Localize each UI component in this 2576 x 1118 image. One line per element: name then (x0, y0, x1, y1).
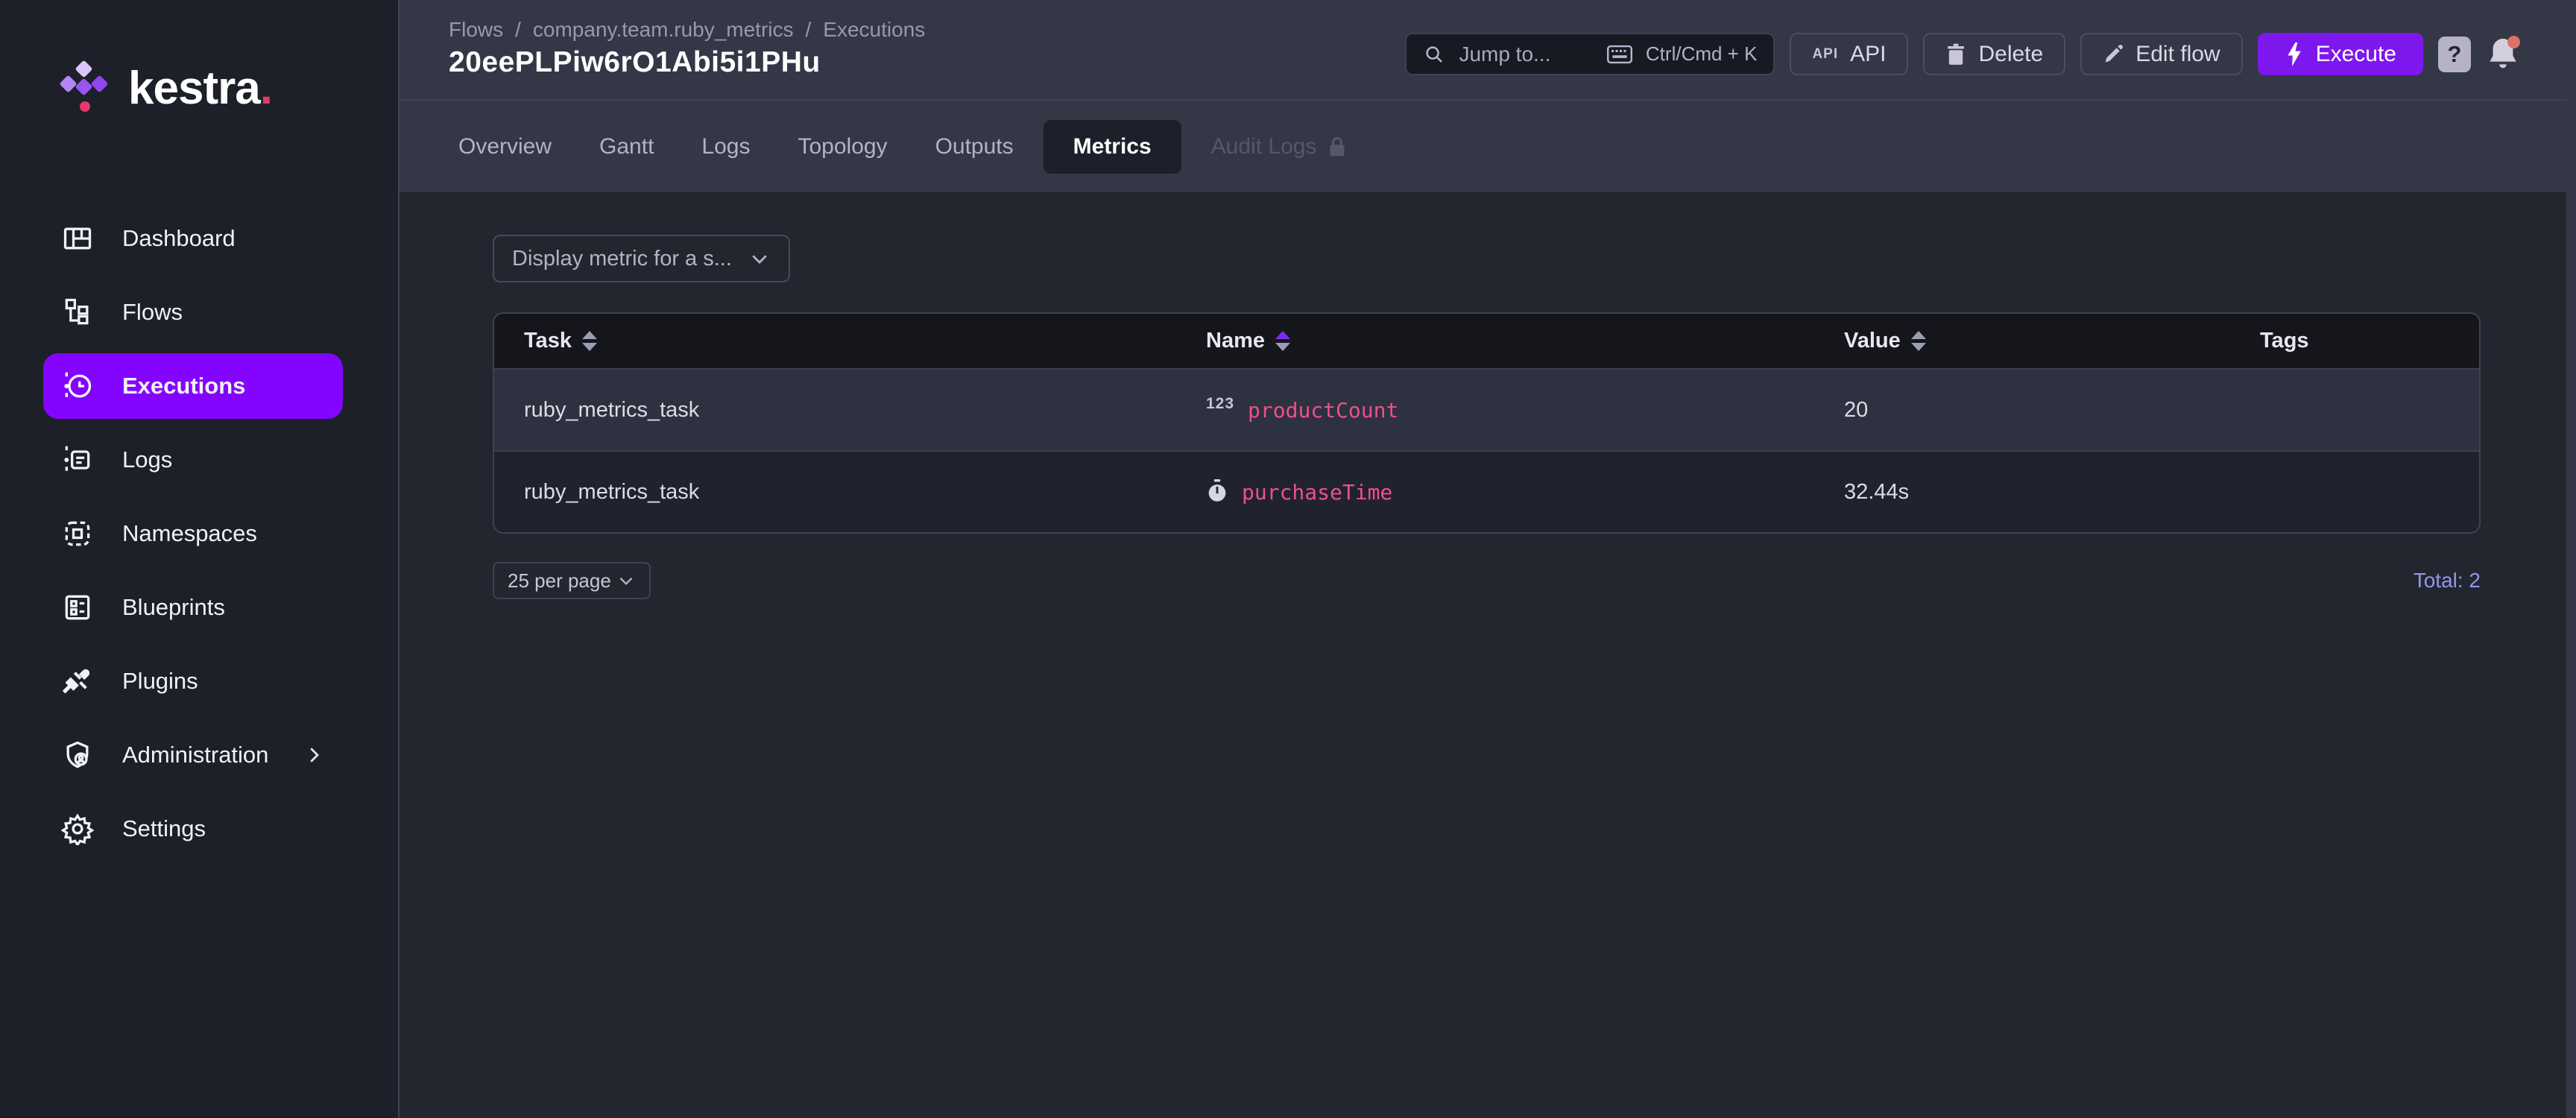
lightning-icon (2287, 42, 2301, 66)
table-footer: 25 per page Total: 2 (493, 562, 2481, 599)
breadcrumb-item-flows[interactable]: Flows (449, 18, 503, 42)
value-cell: 32.44s (1844, 479, 1910, 504)
executions-icon (64, 372, 92, 400)
dashboard-icon (63, 227, 92, 250)
jump-to-shortcut: Ctrl/Cmd + K (1645, 42, 1758, 65)
execute-button[interactable]: Execute (2257, 33, 2423, 75)
column-header-tags: Tags (2260, 329, 2309, 353)
tab-outputs[interactable]: Outputs (912, 120, 1038, 174)
jump-to-placeholder: Jump to... (1459, 42, 1551, 66)
breadcrumb: Flows / company.team.ruby_metrics / Exec… (449, 18, 925, 42)
metric-select[interactable]: Display metric for a s... (493, 235, 790, 282)
tab-gantt[interactable]: Gantt (575, 120, 678, 174)
edit-flow-button[interactable]: Edit flow (2080, 33, 2243, 75)
header: Flows / company.team.ruby_metrics / Exec… (400, 0, 2576, 99)
table-row[interactable]: ruby_metrics_task purchaseTime 32.44s (494, 450, 2479, 532)
page-title: 20eePLPiw6rO1Abi5i1PHu (449, 46, 821, 78)
api-button[interactable]: API API (1790, 33, 1909, 75)
name-cell: purchaseTime (1206, 479, 1844, 505)
per-page-select[interactable]: 25 per page (493, 562, 651, 599)
header-actions: Jump to... Ctrl/Cmd + K API API Delete E… (1405, 33, 2520, 75)
sidebar-item-settings[interactable]: Settings (43, 796, 343, 862)
pencil-icon (2105, 44, 2124, 62)
namespaces-icon (65, 521, 90, 546)
sidebar-item-flows[interactable]: Flows (43, 280, 343, 345)
value-cell: 20 (1844, 397, 1869, 422)
breadcrumb-separator: / (805, 18, 812, 41)
blueprints-icon (65, 595, 90, 620)
column-header-name[interactable]: Name (1206, 329, 1844, 353)
task-cell: ruby_metrics_task (524, 397, 700, 422)
metrics-panel: Display metric for a s... Task Name Valu… (400, 192, 2576, 1118)
administration-icon (66, 741, 89, 768)
kestra-logo-text: kestra. (128, 62, 273, 114)
sort-icon-asc (1275, 331, 1290, 351)
breadcrumb-separator: / (515, 18, 521, 41)
sidebar-nav: Dashboard Flows Executions Logs Namespac… (0, 206, 398, 870)
settings-icon (61, 813, 94, 845)
metrics-table: Task Name Value Tags ruby_metrics_task 1… (493, 312, 2481, 534)
timer-metric-icon (1208, 479, 1226, 502)
chevron-down-icon (619, 577, 633, 586)
sidebar-item-label: Administration (122, 742, 269, 768)
jump-to-search[interactable]: Jump to... Ctrl/Cmd + K (1405, 33, 1775, 75)
metric-name: productCount (1248, 397, 1399, 423)
name-cell: 123 productCount (1206, 395, 1844, 423)
search-icon (1426, 45, 1443, 63)
sidebar: kestra. Dashboard Flows Executions Logs … (0, 0, 400, 1118)
keyboard-icon (1606, 45, 1632, 63)
kestra-logo-icon (59, 60, 109, 115)
sidebar-item-dashboard[interactable]: Dashboard (43, 206, 343, 271)
question-mark-icon: ? (2447, 40, 2462, 67)
tab-audit-logs[interactable]: Audit Logs (1187, 120, 1372, 174)
total-count: Total: 2 (2413, 569, 2481, 592)
app-root: kestra. Dashboard Flows Executions Logs … (0, 0, 2576, 1118)
notifications-button[interactable] (2486, 35, 2520, 73)
sidebar-item-label: Blueprints (122, 594, 225, 620)
trash-icon (1948, 43, 1965, 65)
delete-button[interactable]: Delete (1923, 33, 2066, 75)
lock-icon (1330, 136, 1345, 156)
sidebar-item-administration[interactable]: Administration (43, 722, 343, 788)
tab-topology[interactable]: Topology (774, 120, 911, 174)
logs-icon (64, 446, 90, 474)
plugins-icon (62, 669, 90, 694)
column-header-task[interactable]: Task (524, 329, 1206, 353)
sidebar-item-namespaces[interactable]: Namespaces (43, 501, 343, 566)
tab-overview[interactable]: Overview (435, 120, 575, 174)
sort-icon (581, 331, 597, 351)
sidebar-item-label: Logs (122, 446, 173, 473)
sidebar-item-logs[interactable]: Logs (43, 427, 343, 493)
sidebar-item-label: Dashboard (122, 225, 236, 251)
sidebar-item-blueprints[interactable]: Blueprints (43, 575, 343, 640)
tab-bar: Overview Gantt Logs Topology Outputs Met… (400, 99, 2576, 192)
metric-select-placeholder: Display metric for a s... (512, 246, 732, 271)
breadcrumb-item-namespace[interactable]: company.team.ruby_metrics (533, 18, 794, 42)
flows-icon (65, 298, 89, 325)
sidebar-item-plugins[interactable]: Plugins (43, 648, 343, 714)
sidebar-item-label: Settings (122, 815, 206, 841)
sidebar-item-label: Namespaces (122, 520, 257, 546)
metric-name: purchaseTime (1242, 479, 1393, 505)
sidebar-item-label: Flows (122, 299, 183, 325)
sidebar-item-label: Plugins (122, 668, 198, 694)
table-header-row: Task Name Value Tags (494, 314, 2479, 368)
help-button[interactable]: ? (2438, 36, 2471, 72)
column-header-value[interactable]: Value (1844, 329, 2260, 353)
notification-dot (2507, 35, 2520, 48)
sidebar-item-label: Executions (122, 373, 246, 399)
kestra-logo[interactable]: kestra. (0, 0, 398, 115)
table-row[interactable]: ruby_metrics_task 123 productCount 20 (494, 368, 2479, 450)
numeric-metric-icon: 123 (1206, 395, 1235, 412)
scrollbar-track[interactable] (2566, 0, 2576, 1118)
sort-icon (1910, 331, 1926, 351)
tab-logs[interactable]: Logs (678, 120, 774, 174)
api-icon: API (1812, 45, 1839, 62)
sidebar-item-executions[interactable]: Executions (43, 353, 343, 419)
task-cell: ruby_metrics_task (524, 479, 700, 504)
breadcrumb-item-executions[interactable]: Executions (823, 18, 925, 42)
chevron-right-icon (310, 748, 319, 762)
tab-metrics[interactable]: Metrics (1043, 119, 1181, 174)
chevron-down-icon (752, 255, 767, 264)
